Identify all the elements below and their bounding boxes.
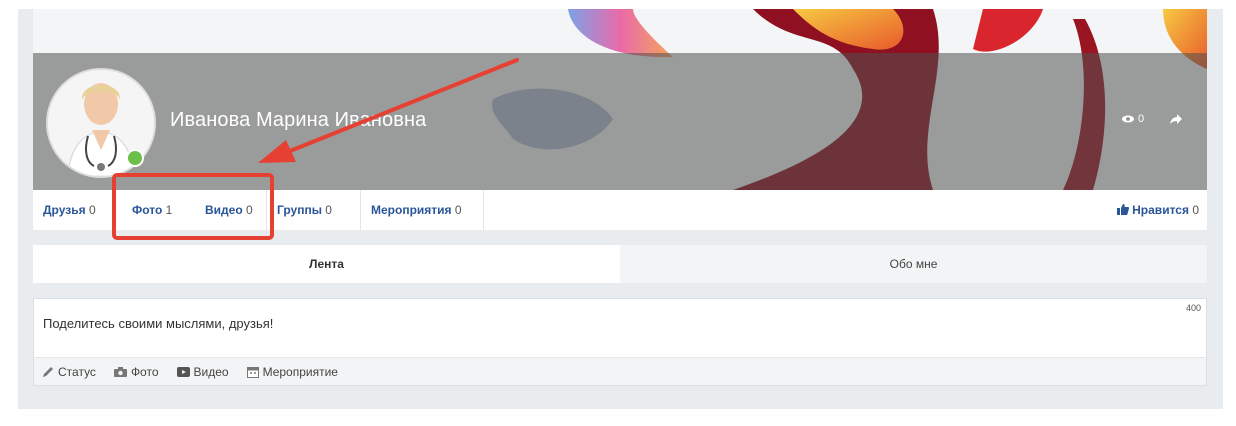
views-count: 0 — [1138, 113, 1145, 125]
event-action[interactable]: Мероприятие — [246, 364, 338, 379]
video-icon — [176, 366, 190, 377]
camera-icon — [113, 366, 127, 377]
tab-about[interactable]: Обо мне — [620, 245, 1207, 283]
photo-action[interactable]: Фото — [113, 364, 159, 379]
like-button[interactable]: Нравится 0 — [1116, 190, 1199, 230]
action-label: Мероприятие — [262, 364, 338, 379]
tab-count: 0 — [454, 203, 462, 217]
views-counter: 0 — [1122, 113, 1144, 125]
status-action[interactable]: Статус — [43, 365, 96, 379]
post-actions-bar: Статус Фото Видео Мероприятие — [34, 357, 1206, 385]
tab-count: 0 — [88, 203, 96, 217]
tab-feed[interactable]: Лента — [33, 245, 620, 283]
post-composer: Поделитесь своими мыслями, друзья! 400 С… — [33, 298, 1207, 386]
action-label: Видео — [193, 364, 229, 379]
share-icon — [1170, 114, 1182, 124]
content-tabs: Лента Обо мне — [33, 245, 1207, 283]
like-label: Нравится — [1132, 203, 1189, 217]
tab-events[interactable]: Мероприятия 0 — [361, 190, 484, 230]
char-limit: 400 — [1185, 303, 1201, 313]
annotation-highlight-box — [112, 173, 274, 240]
thumbs-up-icon — [1116, 204, 1129, 215]
like-count: 0 — [1192, 203, 1199, 217]
tab-label: Мероприятия — [371, 203, 452, 217]
eye-icon — [1122, 115, 1134, 123]
action-label: Статус — [58, 364, 96, 379]
profile-cover — [33, 9, 1207, 190]
tab-label: Группы — [277, 203, 322, 217]
tab-count: 0 — [325, 203, 332, 217]
pencil-icon — [43, 367, 53, 377]
calendar-icon — [246, 366, 259, 378]
profile-name: Иванова Марина Ивановна — [170, 109, 427, 131]
post-input[interactable]: Поделитесь своими мыслями, друзья! — [43, 316, 273, 331]
tab-label: Друзья — [43, 203, 86, 217]
tab-friends[interactable]: Друзья 0 — [33, 190, 115, 230]
share-button[interactable] — [1170, 113, 1182, 127]
action-label: Фото — [130, 364, 159, 379]
video-action[interactable]: Видео — [176, 364, 229, 379]
online-status-indicator — [126, 149, 144, 167]
tab-groups[interactable]: Группы 0 — [267, 190, 361, 230]
